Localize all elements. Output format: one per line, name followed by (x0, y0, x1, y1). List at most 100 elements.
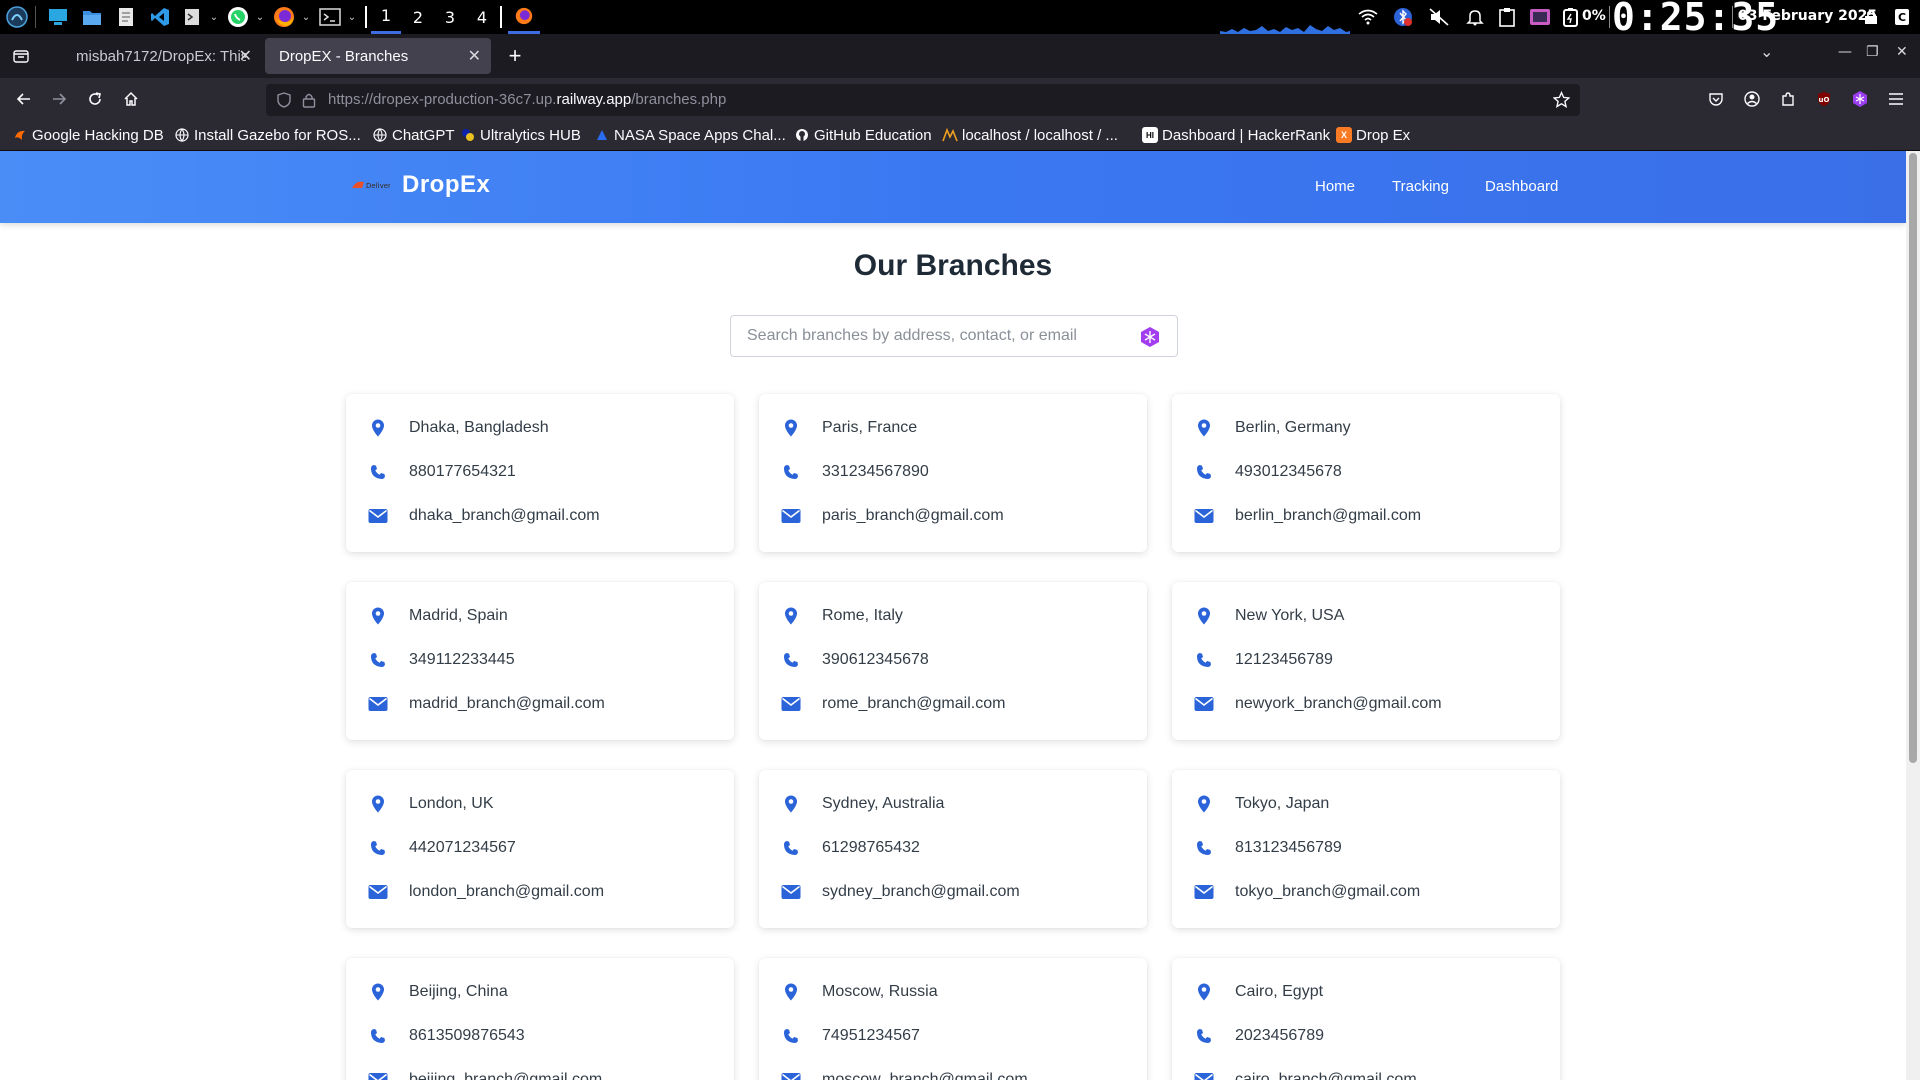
close-icon[interactable]: ✕ (468, 46, 481, 65)
clipboard-icon[interactable] (1496, 7, 1518, 27)
extensions-icon[interactable] (1775, 86, 1801, 112)
url-prefix: https://dropex-production-36c7.up. (328, 91, 557, 108)
terminal-app-icon[interactable] (180, 5, 204, 29)
branch-phone: 2023456789 (1235, 1027, 1324, 1044)
notification-bell-icon[interactable] (1464, 7, 1486, 27)
bookmark-hackerrank[interactable]: HI Dashboard | HackerRank (1142, 125, 1330, 145)
restore-icon[interactable]: ❐ (1866, 44, 1879, 60)
bookmark-install-gazebo[interactable]: Install Gazebo for ROS... (174, 125, 361, 145)
reload-icon[interactable] (82, 86, 108, 112)
branch-phone: 12123456789 (1235, 651, 1333, 668)
branch-email: rome_branch@gmail.com (822, 695, 1006, 712)
bookmark-star-icon[interactable] (1552, 90, 1571, 113)
ublock-origin-icon[interactable]: uO (1811, 86, 1837, 112)
branch-card: Dhaka, Bangladesh 880177654321 dhaka_branc… (346, 394, 734, 552)
screen-recorder-icon[interactable] (1529, 7, 1551, 27)
taskbar-separator (1732, 6, 1733, 28)
taskbar-firefox-window[interactable] (508, 0, 540, 34)
branch-location: Paris, France (822, 419, 918, 436)
branch-card: Berlin, Germany 493012345678 berlin_branch… (1172, 394, 1560, 552)
phone-icon (366, 460, 390, 484)
tab-dropex-branches[interactable]: DropEX - Branches ✕ (265, 38, 491, 74)
bookmark-nasa-space-apps[interactable]: NASA Space Apps Chal... (594, 125, 786, 145)
url-host: railway.app (556, 91, 632, 108)
workspace-1[interactable]: 1 (371, 0, 401, 34)
minimize-icon[interactable]: — (1838, 44, 1852, 60)
map-marker-icon (779, 416, 803, 440)
phone-icon (1192, 648, 1216, 672)
bookmark-google-hacking-db[interactable]: Google Hacking DB (12, 125, 164, 145)
volume-muted-icon[interactable] (1428, 7, 1450, 27)
scrollbar-thumb[interactable] (1909, 153, 1917, 763)
new-tab-icon[interactable]: + (502, 43, 528, 69)
search-input[interactable] (731, 316, 1131, 356)
firefox-view-icon[interactable] (8, 43, 34, 69)
chevron-down-icon[interactable]: ⌄ (208, 5, 220, 29)
wifi-icon[interactable] (1357, 7, 1379, 27)
bluetooth-icon[interactable] (1392, 7, 1414, 27)
list-all-tabs-icon[interactable]: ⌄ (1760, 42, 1773, 61)
bookmark-ultralytics-hub[interactable]: Ultralytics HUB (460, 125, 581, 145)
firefox-icon[interactable] (272, 5, 296, 29)
chevron-down-icon[interactable]: ⌄ (346, 5, 358, 29)
branch-phone: 349112233445 (409, 651, 515, 668)
branch-phone: 331234567890 (822, 463, 929, 480)
nav-tracking-link[interactable]: Tracking (1392, 178, 1449, 195)
extension-hexagon-icon[interactable] (1139, 326, 1161, 348)
nav-home-link[interactable]: Home (1315, 178, 1355, 195)
url-text[interactable]: https://dropex-production-36c7.up.railwa… (328, 91, 726, 108)
svg-text:C: C (1898, 11, 1906, 24)
back-icon[interactable] (11, 86, 37, 112)
hamburger-menu-icon[interactable] (1883, 86, 1909, 112)
branch-phone: 74951234567 (822, 1027, 920, 1044)
branch-card: New York, USA 12123456789 newyork_branch@g… (1172, 582, 1560, 740)
terminal-icon[interactable] (318, 5, 342, 29)
page-scrollbar[interactable] (1906, 151, 1920, 1080)
forward-icon[interactable] (46, 86, 72, 112)
lock-icon[interactable] (302, 92, 316, 113)
branch-phone: 493012345678 (1235, 463, 1342, 480)
close-icon[interactable]: ✕ (239, 46, 252, 65)
globe-icon (372, 127, 388, 143)
lock-icon[interactable] (1860, 7, 1882, 27)
workspace-2[interactable]: 2 (403, 0, 433, 34)
map-marker-icon (1192, 604, 1216, 628)
chevron-down-icon[interactable]: ⌄ (254, 5, 266, 29)
power-menu-icon[interactable]: C (1891, 7, 1913, 27)
file-manager-icon[interactable] (80, 5, 104, 29)
bookmark-drop-ex[interactable]: X Drop Ex (1336, 125, 1410, 145)
bookmark-chatgpt[interactable]: ChatGPT (372, 125, 455, 145)
envelope-icon (1192, 880, 1216, 904)
nav-dashboard-link[interactable]: Dashboard (1485, 178, 1558, 195)
branch-email: dhaka_branch@gmail.com (409, 507, 600, 524)
branch-location: Moscow, Russia (822, 983, 938, 1000)
vscode-icon[interactable] (148, 5, 172, 29)
workspace-4[interactable]: 4 (467, 0, 497, 34)
text-editor-icon[interactable] (114, 5, 138, 29)
bookmark-github-education[interactable]: GitHub Education (794, 125, 932, 145)
close-window-icon[interactable]: ✕ (1896, 44, 1908, 60)
account-icon[interactable] (1739, 86, 1765, 112)
tracking-protection-icon[interactable] (276, 92, 292, 113)
bookmark-phpmyadmin[interactable]: localhost / localhost / ... (942, 125, 1118, 145)
tab-github-dropex[interactable]: misbah7172/DropEx: This ✕ (62, 38, 262, 74)
chevron-down-icon[interactable]: ⌄ (300, 5, 312, 29)
os-menu-icon[interactable] (5, 5, 29, 29)
workspace-3[interactable]: 3 (435, 0, 465, 34)
brand-logo: Delivery (350, 178, 390, 192)
envelope-icon (1192, 692, 1216, 716)
map-marker-icon (1192, 792, 1216, 816)
network-graph (1220, 20, 1350, 34)
address-bar[interactable]: https://dropex-production-36c7.up.railwa… (266, 84, 1580, 116)
whatsapp-icon[interactable] (226, 5, 250, 29)
pocket-icon[interactable] (1703, 86, 1729, 112)
phone-icon (366, 836, 390, 860)
home-icon[interactable] (118, 86, 144, 112)
battery-icon[interactable] (1560, 7, 1582, 27)
desktop-icon[interactable] (46, 5, 70, 29)
site-header: Delivery DropEx Home Tracking Dashboard (0, 151, 1906, 223)
brand[interactable]: Delivery DropEx (350, 171, 490, 199)
github-icon (794, 127, 810, 143)
extension-hexagon-icon[interactable] (1847, 86, 1873, 112)
envelope-icon (779, 880, 803, 904)
